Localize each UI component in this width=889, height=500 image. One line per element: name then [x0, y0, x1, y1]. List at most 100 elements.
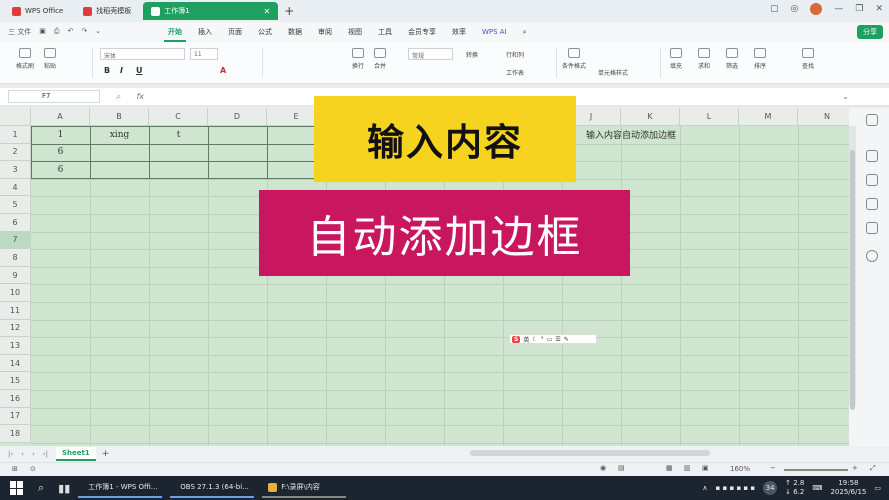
help-icon[interactable]: [866, 250, 878, 262]
layout-icon[interactable]: ▢: [770, 4, 779, 14]
tab-template[interactable]: 找稻壳模板: [75, 2, 139, 20]
row-header-17[interactable]: 17: [0, 407, 31, 426]
first-sheet-icon[interactable]: |‹: [8, 450, 13, 458]
normal-view-icon[interactable]: ▦: [666, 464, 673, 472]
italic-button[interactable]: I: [120, 66, 123, 75]
row-header-4[interactable]: 4: [0, 178, 31, 197]
worksheet-button[interactable]: 工作表: [506, 68, 524, 77]
column-header-b[interactable]: B: [90, 108, 149, 126]
undo-icon[interactable]: ↶: [67, 27, 73, 37]
cell-b1[interactable]: xing: [90, 126, 149, 144]
ime-mode-label[interactable]: 英: [523, 335, 529, 344]
share-button[interactable]: 分享: [857, 25, 883, 39]
fullscreen-icon[interactable]: ⤢: [870, 464, 876, 473]
transfer-icon[interactable]: [866, 222, 878, 234]
row-header-11[interactable]: 11: [0, 302, 31, 320]
row-header-3[interactable]: 3: [0, 161, 31, 179]
font-name-select[interactable]: 宋体: [100, 48, 185, 60]
tab-wps-office[interactable]: WPS Office: [4, 2, 71, 20]
menu-icon[interactable]: ☰: [555, 336, 560, 343]
filter-button[interactable]: 筛选: [726, 48, 738, 70]
select-all-corner[interactable]: [0, 108, 31, 126]
menu-tools[interactable]: 工具: [370, 27, 400, 37]
taskbar-app-obs[interactable]: OBS 27.1.3 (64-bi...: [170, 478, 255, 498]
shape-icon[interactable]: [866, 198, 878, 210]
zoom-slider[interactable]: [784, 469, 848, 471]
new-tab-button[interactable]: +: [284, 4, 294, 18]
filter-panel-icon[interactable]: [866, 114, 878, 126]
property-icon[interactable]: [866, 150, 878, 162]
next-sheet-icon[interactable]: ›: [32, 450, 35, 458]
rows-columns-button[interactable]: 行和列: [506, 50, 524, 59]
cell-c1[interactable]: t: [149, 126, 208, 144]
menu-home[interactable]: 开始: [160, 27, 190, 42]
column-header-k[interactable]: K: [621, 108, 680, 126]
tab-workbook[interactable]: 工作簿1 ✕: [143, 2, 279, 20]
save-icon[interactable]: ▣: [39, 27, 46, 37]
format-painter-button[interactable]: 格式刷: [16, 48, 34, 70]
sum-button[interactable]: 求和: [698, 48, 710, 70]
find-button[interactable]: 查找: [802, 48, 814, 70]
font-color-button[interactable]: A: [220, 66, 226, 75]
menu-efficiency[interactable]: 效率: [444, 27, 474, 37]
page-layout-icon[interactable]: ▥: [684, 464, 691, 472]
moon-icon[interactable]: ☾: [532, 336, 537, 343]
zoom-icon[interactable]: ⌕: [116, 92, 120, 102]
close-window-icon[interactable]: ✕: [875, 4, 883, 14]
keyboard-icon[interactable]: ▭: [547, 336, 553, 343]
macro-icon[interactable]: ⊞: [12, 465, 18, 473]
number-format-select[interactable]: 常规: [408, 48, 453, 60]
style-icon[interactable]: [866, 174, 878, 186]
menu-insert[interactable]: 插入: [190, 27, 220, 37]
cell-style-button[interactable]: 单元格样式: [598, 68, 628, 77]
menu-data[interactable]: 数据: [280, 27, 310, 37]
row-header-13[interactable]: 13: [0, 337, 31, 355]
menu-review[interactable]: 审阅: [310, 27, 340, 37]
taskbar-app-explorer[interactable]: F:\录屏\内容: [262, 478, 347, 498]
print-icon[interactable]: ⎙: [54, 27, 60, 37]
minimize-icon[interactable]: —: [834, 4, 843, 14]
close-icon[interactable]: ✕: [264, 7, 271, 16]
eye-protection-icon[interactable]: ◉: [600, 464, 606, 472]
menu-formula[interactable]: 公式: [250, 27, 280, 37]
row-header-12[interactable]: 12: [0, 319, 31, 338]
page-break-icon[interactable]: ▣: [702, 464, 709, 472]
zoom-level[interactable]: 160%: [730, 465, 750, 473]
cell-a3[interactable]: 6: [31, 161, 90, 179]
avatar[interactable]: [810, 3, 823, 15]
font-size-select[interactable]: 11: [190, 48, 218, 60]
row-header-16[interactable]: 16: [0, 390, 31, 408]
punct-icon[interactable]: °: [541, 336, 544, 343]
search-icon[interactable]: ⌕: [38, 481, 44, 495]
skin-icon[interactable]: ◎: [791, 4, 799, 14]
row-header-15[interactable]: 15: [0, 372, 31, 390]
last-sheet-icon[interactable]: ›|: [43, 450, 48, 458]
column-header-n[interactable]: N: [798, 108, 849, 126]
menu-wps-ai[interactable]: WPS AI: [474, 28, 515, 36]
zoom-in-icon[interactable]: +: [852, 464, 858, 472]
accessibility-icon[interactable]: ⊙: [30, 465, 36, 473]
merge-button[interactable]: 合并: [374, 48, 386, 70]
fx-icon[interactable]: fx: [136, 92, 144, 101]
ime-toolbar[interactable]: S 英 ☾ ° ▭ ☰ ✎: [509, 334, 597, 344]
cell-a1[interactable]: 1: [31, 126, 90, 144]
column-header-m[interactable]: M: [739, 108, 798, 126]
row-header-1[interactable]: 1: [0, 126, 31, 144]
row-header-8[interactable]: 8: [0, 249, 31, 267]
taskbar-app-wps[interactable]: 工作簿1 - WPS Offi...: [78, 478, 163, 498]
redo-icon[interactable]: ↷: [81, 27, 87, 37]
tray-app-icons[interactable]: ▪ ▪ ▪ ▪ ▪ ▪: [716, 484, 756, 492]
windows-start-icon[interactable]: [10, 481, 24, 495]
row-header-10[interactable]: 10: [0, 284, 31, 302]
convert-button[interactable]: 转换: [466, 50, 478, 59]
keyboard-layout-icon[interactable]: ⌨: [812, 484, 822, 492]
row-header-14[interactable]: 14: [0, 354, 31, 373]
menu-member[interactable]: 会员专享: [400, 27, 444, 37]
cell-a2[interactable]: 6: [31, 144, 90, 162]
prev-sheet-icon[interactable]: ‹: [21, 450, 24, 458]
row-header-18[interactable]: 18: [0, 425, 31, 443]
notification-icon[interactable]: ▭: [874, 484, 881, 492]
tools-icon[interactable]: ✎: [564, 336, 569, 343]
underline-button[interactable]: U: [136, 66, 143, 75]
paste-button[interactable]: 粘贴: [44, 48, 56, 70]
